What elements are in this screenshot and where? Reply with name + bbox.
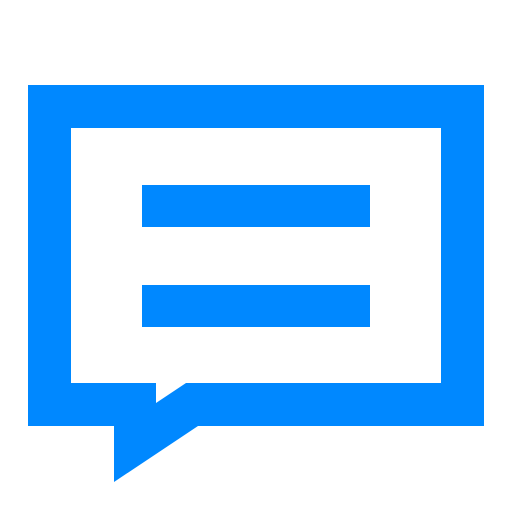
chat-message-icon-container: [0, 0, 512, 512]
chat-message-icon: [28, 85, 484, 482]
message-line-2: [142, 285, 370, 327]
speech-bubble-inner: [71, 128, 441, 403]
message-line-1: [142, 185, 370, 227]
